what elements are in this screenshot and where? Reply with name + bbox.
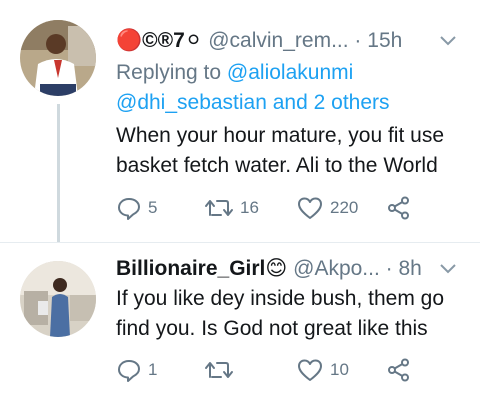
replying-to-label: Replying to <box>116 61 227 84</box>
like-button[interactable]: 220 <box>296 194 358 222</box>
reply-icon <box>116 195 142 221</box>
like-count: 10 <box>330 360 349 379</box>
reply-icon <box>116 357 142 383</box>
display-name[interactable]: 🔴©®7⚪ <box>116 29 202 52</box>
tweet-time[interactable]: 15h <box>367 29 402 52</box>
tweet-actions: 1 10 <box>116 356 476 384</box>
mention-others-link[interactable]: @dhi_sebastian and 2 others <box>116 91 390 114</box>
retweet-button[interactable]: 16 <box>204 194 259 222</box>
reply-count: 5 <box>148 198 158 217</box>
tweet-text-line: basket fetch water. Ali to the World <box>116 154 438 177</box>
chevron-down-icon[interactable] <box>438 24 458 69</box>
tweet-text: When your hour mature, you fit use baske… <box>116 121 476 181</box>
like-icon <box>296 195 324 221</box>
display-name[interactable]: Billionaire_Girl😊 <box>116 257 287 280</box>
tweet-actions: 5 16 220 <box>116 194 476 222</box>
avatar[interactable] <box>20 261 96 337</box>
like-button[interactable]: 10 <box>296 356 349 384</box>
separator-dot: · <box>385 257 393 280</box>
tweet-text-line: When your hour mature, you fit use <box>116 124 444 147</box>
tweet-text-line: If you like dey inside bush, them go <box>116 287 445 310</box>
share-icon <box>386 195 412 221</box>
thread-line <box>57 104 60 242</box>
tweet-text-line: find you. Is God not great like this <box>116 317 428 340</box>
user-handle[interactable]: @Akpo... <box>293 257 380 280</box>
reply-count: 1 <box>148 360 158 379</box>
retweet-button[interactable] <box>204 356 240 384</box>
reply-button[interactable]: 5 <box>116 194 157 222</box>
tweet[interactable]: Billionaire_Girl😊 @Akpo... · 8h If you l… <box>0 242 480 400</box>
like-count: 220 <box>330 198 359 217</box>
share-icon <box>386 357 412 383</box>
user-handle[interactable]: @calvin_rem... <box>208 29 348 52</box>
tweet-header: 🔴©®7⚪ @calvin_rem... · 15h <box>116 24 466 58</box>
replying-to-more[interactable]: @dhi_sebastian and 2 others <box>116 88 390 118</box>
share-button[interactable] <box>386 194 412 222</box>
tweet-time[interactable]: 8h <box>399 257 422 280</box>
tweet-text: If you like dey inside bush, them go fin… <box>116 284 476 344</box>
tweet-header: Billionaire_Girl😊 @Akpo... · 8h <box>116 252 466 286</box>
retweet-icon <box>204 195 234 221</box>
tweet[interactable]: 🔴©®7⚪ @calvin_rem... · 15h Replying to @… <box>0 0 480 242</box>
mention-link[interactable]: @aliolakunmi <box>227 61 353 84</box>
share-button[interactable] <box>386 356 412 384</box>
separator-dot: · <box>354 29 362 52</box>
like-icon <box>296 357 324 383</box>
replying-to: Replying to @aliolakunmi <box>116 58 353 88</box>
retweet-icon <box>204 357 234 383</box>
avatar[interactable] <box>20 20 96 96</box>
reply-button[interactable]: 1 <box>116 356 157 384</box>
retweet-count: 16 <box>240 198 259 217</box>
